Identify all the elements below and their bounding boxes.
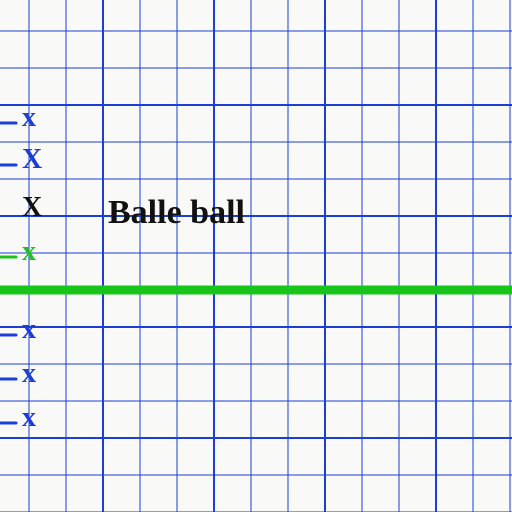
- tick-dashes: [0, 0, 512, 512]
- chart-canvas: Balle ball xXXxxxx: [0, 0, 512, 512]
